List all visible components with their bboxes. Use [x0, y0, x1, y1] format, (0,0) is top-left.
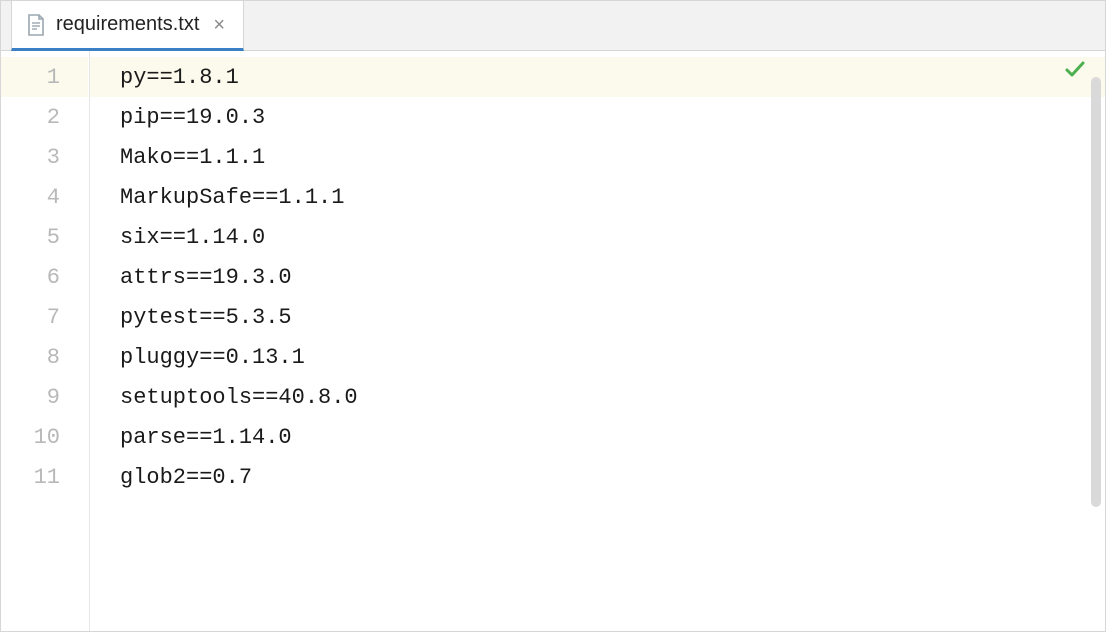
editor-window: requirements.txt × 1234567891011 py==1.8…	[0, 0, 1106, 632]
tab-bar: requirements.txt ×	[1, 1, 1105, 51]
editor-area: 1234567891011 py==1.8.1pip==19.0.3Mako==…	[1, 51, 1105, 631]
line-number: 11	[1, 457, 88, 497]
code-line[interactable]: pip==19.0.3	[90, 97, 1105, 137]
line-number: 8	[1, 337, 88, 377]
code-line[interactable]: Mako==1.1.1	[90, 137, 1105, 177]
code-line[interactable]: py==1.8.1	[90, 57, 1105, 97]
code-content[interactable]: py==1.8.1pip==19.0.3Mako==1.1.1MarkupSaf…	[90, 51, 1105, 631]
line-number: 3	[1, 137, 88, 177]
close-tab-icon[interactable]: ×	[209, 13, 229, 37]
code-line[interactable]: pytest==5.3.5	[90, 297, 1105, 337]
line-number: 6	[1, 257, 88, 297]
code-line[interactable]: pluggy==0.13.1	[90, 337, 1105, 377]
code-line[interactable]: parse==1.14.0	[90, 417, 1105, 457]
tab-filename-label: requirements.txt	[56, 13, 199, 36]
code-line[interactable]: glob2==0.7	[90, 457, 1105, 497]
code-line[interactable]: setuptools==40.8.0	[90, 377, 1105, 417]
line-number: 4	[1, 177, 88, 217]
text-file-icon	[26, 13, 46, 37]
line-number-gutter: 1234567891011	[1, 51, 89, 631]
line-number: 9	[1, 377, 88, 417]
tab-requirements-txt[interactable]: requirements.txt ×	[11, 1, 244, 51]
code-line[interactable]: six==1.14.0	[90, 217, 1105, 257]
line-number: 7	[1, 297, 88, 337]
line-number: 10	[1, 417, 88, 457]
code-line[interactable]: attrs==19.3.0	[90, 257, 1105, 297]
code-line[interactable]: MarkupSafe==1.1.1	[90, 177, 1105, 217]
inspection-ok-checkmark-icon[interactable]	[1063, 57, 1087, 81]
line-number: 5	[1, 217, 88, 257]
scrollbar-thumb[interactable]	[1091, 77, 1101, 507]
line-number: 2	[1, 97, 88, 137]
line-number: 1	[1, 57, 88, 97]
